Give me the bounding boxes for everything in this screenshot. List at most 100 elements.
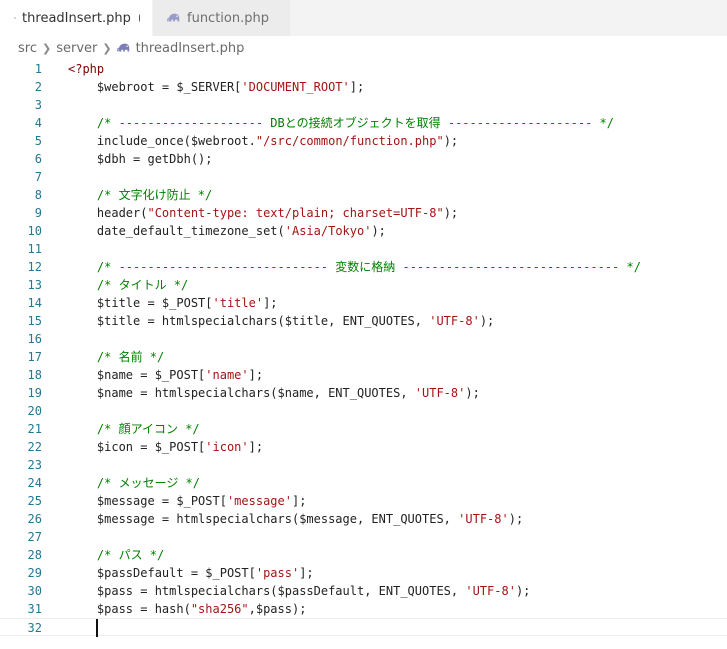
php-elephant-icon (167, 13, 180, 22)
tab-label: function.php (187, 10, 269, 26)
breadcrumb-item-server[interactable]: server (56, 41, 97, 56)
code-text: $name = htmlspecialchars($name, ENT_QUOT… (68, 384, 480, 402)
code-token: $passDefault = $_POST[ (68, 566, 256, 580)
code-token: ); (515, 584, 531, 598)
line-number: 23 (27, 458, 42, 472)
code-text: $passDefault = $_POST['pass']; (68, 564, 314, 582)
code-token: /* パス */ (68, 548, 165, 562)
code-line[interactable]: 30 $pass = htmlspecialchars($passDefault… (0, 582, 727, 600)
breadcrumb-item-src[interactable]: src (18, 41, 37, 56)
code-token: 'pass' (255, 566, 300, 580)
code-line[interactable]: 13 /* タイトル */ (0, 276, 727, 294)
code-token: include_once($webroot. (68, 134, 256, 148)
code-line[interactable]: 11 (0, 240, 727, 258)
line-number: 7 (34, 170, 42, 184)
code-token: /* 名前 */ (68, 350, 165, 364)
breadcrumb-item-file[interactable]: threadInsert.php (136, 41, 245, 56)
line-number: 10 (27, 224, 42, 238)
code-line[interactable]: 22 $icon = $_POST['icon']; (0, 438, 727, 456)
code-line[interactable]: 12 /* ----------------------------- 変数に格… (0, 258, 727, 276)
code-token: 'name' (205, 368, 249, 382)
code-token: $pass = htmlspecialchars($passDefault, E… (68, 584, 466, 598)
code-editor[interactable]: 1 <?php 2 $webroot = $_SERVER['DOCUMENT_RO… (0, 60, 727, 649)
code-token: ); (465, 386, 480, 400)
code-token: 'title' (212, 296, 264, 310)
code-line[interactable]: 17 /* 名前 */ (0, 348, 727, 366)
code-text: $icon = $_POST['icon']; (68, 438, 263, 456)
code-text: /* 名前 */ (68, 348, 164, 366)
line-number: 11 (27, 242, 42, 256)
line-number: 22 (27, 440, 42, 454)
code-token: ,$pass); (248, 602, 307, 616)
code-token: $name = htmlspecialchars($name, ENT_QUOT… (68, 386, 415, 400)
code-line[interactable]: 3 (0, 96, 727, 114)
code-line[interactable]: 2 $webroot = $_SERVER['DOCUMENT_ROOT']; (0, 78, 727, 96)
line-number: 29 (27, 566, 42, 580)
code-token: /* メッセージ */ (68, 476, 201, 490)
code-line[interactable]: 26 $message = htmlspecialchars($message,… (0, 510, 727, 528)
line-number: 25 (27, 494, 42, 508)
line-number: 20 (27, 404, 42, 418)
code-line[interactable]: 18 $name = $_POST['name']; (0, 366, 727, 384)
line-number: 9 (34, 206, 42, 220)
code-token: /* -------------------- DBとの接続オブジェクトを取得 … (68, 116, 615, 130)
code-token: ); (443, 134, 459, 148)
breadcrumb: src ❯ server ❯ threadInsert.php (0, 36, 727, 60)
code-text: $pass = hash("sha256",$pass); (68, 600, 307, 618)
code-line[interactable]: 6 $dbh = getDbh(); (0, 150, 727, 168)
code-token: $message = htmlspecialchars($message, EN… (68, 512, 459, 526)
code-line[interactable]: 5 include_once($webroot."/src/common/fun… (0, 132, 727, 150)
line-number: 30 (27, 584, 42, 598)
code-token: /* タイトル */ (68, 278, 189, 292)
chevron-right-icon: ❯ (102, 41, 112, 55)
line-number: 13 (27, 278, 42, 292)
code-token: /* 顔アイコン */ (68, 422, 200, 436)
code-line[interactable]: 7 (0, 168, 727, 186)
code-token: 'UTF-8' (465, 584, 516, 598)
tab-function[interactable]: function.php (152, 0, 290, 36)
code-token: $name = $_POST[ (68, 368, 206, 382)
unsaved-dot-icon[interactable] (138, 14, 140, 22)
code-line[interactable]: 24 /* メッセージ */ (0, 474, 727, 492)
line-number: 31 (27, 602, 42, 616)
code-line[interactable]: 31 $pass = hash("sha256",$pass); (0, 600, 727, 618)
line-number: 14 (27, 296, 42, 310)
line-number: 32 (27, 621, 42, 635)
code-token: 'DOCUMENT_ROOT' (241, 80, 350, 94)
code-token: $title = $_POST[ (68, 296, 213, 310)
code-token: $message = $_POST[ (68, 494, 227, 508)
line-number: 24 (27, 476, 42, 490)
code-line[interactable]: 16 (0, 330, 727, 348)
code-token: $dbh = getDbh(); (68, 152, 213, 166)
code-line[interactable]: 23 (0, 456, 727, 474)
code-token: $pass = hash( (68, 602, 191, 616)
code-text: $name = $_POST['name']; (68, 366, 263, 384)
code-line[interactable]: 10 date_default_timezone_set('Asia/Tokyo… (0, 222, 727, 240)
code-text: /* タイトル */ (68, 276, 188, 294)
code-line[interactable]: 32 (0, 618, 727, 637)
code-text: header("Content-type: text/plain; charse… (68, 204, 458, 222)
code-line[interactable]: 29 $passDefault = $_POST['pass']; (0, 564, 727, 582)
tab-bar: threadInsert.php function.php (0, 0, 727, 36)
tab-threadinsert[interactable]: threadInsert.php (0, 0, 152, 36)
code-line[interactable]: 21 /* 顔アイコン */ (0, 420, 727, 438)
code-token: $icon = $_POST[ (68, 440, 206, 454)
code-line[interactable]: 8 /* 文字化け防止 */ (0, 186, 727, 204)
code-token: ]; (349, 80, 365, 94)
code-line[interactable]: 28 /* パス */ (0, 546, 727, 564)
line-number: 2 (34, 80, 42, 94)
code-line[interactable]: 25 $message = $_POST['message']; (0, 492, 727, 510)
code-line[interactable]: 9 header("Content-type: text/plain; char… (0, 204, 727, 222)
tab-label: threadInsert.php (22, 10, 131, 26)
code-line[interactable]: 4 /* -------------------- DBとの接続オブジェクトを取… (0, 114, 727, 132)
code-line[interactable]: 14 $title = $_POST['title']; (0, 294, 727, 312)
code-line[interactable]: 1 <?php (0, 60, 727, 78)
code-line[interactable]: 27 (0, 528, 727, 546)
line-number: 21 (27, 422, 42, 436)
line-number: 4 (34, 116, 42, 130)
code-line[interactable]: 19 $name = htmlspecialchars($name, ENT_Q… (0, 384, 727, 402)
line-number: 5 (34, 134, 42, 148)
code-line[interactable]: 15 $title = htmlspecialchars($title, ENT… (0, 312, 727, 330)
code-token: ); (443, 206, 459, 220)
code-line[interactable]: 20 (0, 402, 727, 420)
